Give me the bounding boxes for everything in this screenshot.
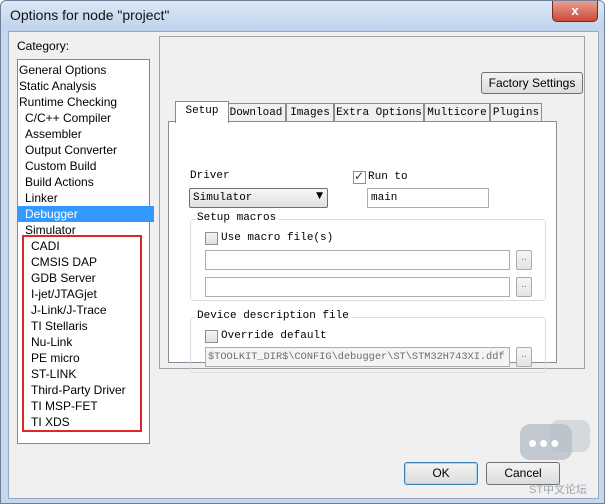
run-to-label: Run to [368, 171, 408, 183]
override-default-checkbox[interactable] [205, 330, 218, 343]
tab-extra-options[interactable]: Extra Options [334, 103, 424, 122]
override-default-label: Override default [221, 330, 327, 342]
category-item[interactable]: Debugger [18, 206, 154, 222]
device-description-path-input[interactable]: $TOOLKIT_DIR$\CONFIG\debugger\ST\STM32H7… [205, 347, 510, 367]
highlight-box [22, 235, 142, 432]
watermark-dots-icon: ••• [528, 428, 562, 458]
category-item[interactable]: Build Actions [25, 174, 94, 190]
factory-settings-button[interactable]: Factory Settings [481, 72, 583, 94]
category-label: Category: [17, 39, 70, 53]
browse-ddf-button[interactable]: .. [516, 347, 532, 367]
category-item[interactable]: Custom Build [25, 158, 96, 174]
ok-button[interactable]: OK [404, 462, 478, 485]
dialog-title: Options for node "project" [10, 7, 170, 23]
run-to-value: main [371, 192, 398, 204]
category-item[interactable]: Output Converter [25, 142, 117, 158]
device-description-title: Device description file [195, 310, 351, 322]
browse-macro-1-button[interactable]: .. [516, 250, 532, 270]
category-item[interactable]: Assembler [25, 126, 82, 142]
chevron-down-icon: ▼ [316, 191, 323, 201]
macro-file-input-2[interactable] [205, 277, 510, 297]
title-bar[interactable]: Options for node "project" x [1, 1, 604, 31]
run-to-checkbox[interactable] [353, 169, 366, 184]
run-to-input[interactable]: main [367, 188, 489, 208]
watermark-text: ST中文论坛 [529, 484, 588, 496]
device-description-path: $TOOLKIT_DIR$\CONFIG\debugger\ST\STM32H7… [208, 351, 505, 363]
tab-setup[interactable]: Setup [175, 101, 229, 123]
macro-file-input-1[interactable] [205, 250, 510, 270]
close-button[interactable]: x [552, 1, 598, 22]
category-item[interactable]: General Options [19, 62, 106, 78]
close-icon: x [571, 3, 579, 18]
category-item[interactable]: C/C++ Compiler [25, 110, 111, 126]
category-item[interactable]: Linker [25, 190, 58, 206]
browse-macro-2-button[interactable]: .. [516, 277, 532, 297]
use-macro-label: Use macro file(s) [221, 232, 334, 244]
tab-download[interactable]: Download [226, 103, 286, 122]
use-macro-checkbox[interactable] [205, 232, 218, 245]
category-item[interactable]: Static Analysis [19, 78, 96, 94]
category-item[interactable]: Runtime Checking [19, 94, 117, 110]
tab-multicore[interactable]: Multicore [424, 103, 490, 122]
driver-select[interactable]: Simulator ▼ [189, 188, 328, 208]
driver-select-value: Simulator [193, 192, 253, 204]
driver-label: Driver [190, 170, 230, 182]
tab-images[interactable]: Images [286, 103, 334, 122]
setup-macros-title: Setup macros [195, 212, 279, 224]
tab-plugins[interactable]: Plugins [490, 103, 542, 122]
